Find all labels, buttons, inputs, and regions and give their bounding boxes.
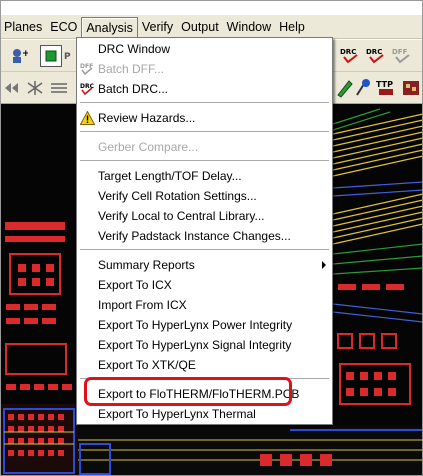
warning-icon	[80, 111, 95, 125]
svg-text:DRC: DRC	[366, 48, 382, 56]
verify-local-central-item[interactable]: Verify Local to Central Library...	[77, 206, 332, 226]
menu-separator	[80, 378, 329, 380]
add-part-icon[interactable]: +	[8, 45, 30, 67]
export-hyperlynx-thermal-item[interactable]: Export To HyperLynx Thermal	[77, 404, 332, 424]
eda-window: Planes ECO Analysis Verify Output Window…	[0, 0, 423, 476]
svg-text:DRC: DRC	[340, 48, 356, 56]
svg-text:+: +	[22, 49, 28, 59]
batch-drc-item[interactable]: DRC Batch DRC...	[77, 79, 332, 99]
svg-text:DRC: DRC	[80, 83, 95, 90]
probe-icon[interactable]	[352, 77, 374, 99]
export-icx-item[interactable]: Export To ICX	[77, 275, 332, 295]
menu-planes[interactable]: Planes	[0, 17, 46, 37]
submenu-arrow-icon	[322, 261, 326, 269]
route-arrow-icon[interactable]	[2, 77, 24, 99]
menu-eco[interactable]: ECO	[46, 17, 81, 37]
drc-check-icon[interactable]: DRC	[366, 45, 388, 67]
menu-separator	[80, 131, 329, 133]
menu-separator	[80, 249, 329, 251]
drc-icon[interactable]: DRC	[340, 45, 362, 67]
verify-cell-rotation-item[interactable]: Verify Cell Rotation Settings...	[77, 186, 332, 206]
menu-analysis[interactable]: Analysis	[81, 16, 138, 39]
toolbar-p-icon[interactable]: P	[62, 45, 74, 67]
dff-icon: DFF	[80, 63, 93, 76]
hatch-icon[interactable]	[48, 77, 70, 99]
svg-text:TTP: TTP	[376, 80, 393, 89]
menu-separator	[80, 102, 329, 104]
export-xtk-item[interactable]: Export To XTK/QE	[77, 355, 332, 375]
drc-window-item[interactable]: DRC Window	[77, 39, 332, 59]
fanout-icon[interactable]	[24, 77, 46, 99]
export-flotherm-item[interactable]: Export to FloTHERM/FloTHERM.PCB	[77, 384, 332, 404]
summary-reports-item[interactable]: Summary Reports	[77, 255, 332, 275]
svg-text:DFF: DFF	[392, 48, 408, 56]
drc-icon: DRC	[80, 83, 95, 96]
analysis-dropdown-menu: DRC Window DFF Batch DFF... DRC Batch DR…	[76, 37, 333, 425]
menu-separator	[80, 160, 329, 162]
review-hazards-item[interactable]: Review Hazards...	[77, 108, 332, 128]
green-square-icon[interactable]	[40, 45, 62, 67]
target-length-item[interactable]: Target Length/TOF Delay...	[77, 166, 332, 186]
verify-padstack-item[interactable]: Verify Padstack Instance Changes...	[77, 226, 332, 246]
menu-help[interactable]: Help	[275, 17, 309, 37]
menu-bar: Planes ECO Analysis Verify Output Window…	[0, 15, 423, 39]
export-hyperlynx-signal-item[interactable]: Export To HyperLynx Signal Integrity	[77, 335, 332, 355]
menu-output[interactable]: Output	[177, 17, 223, 37]
ttp-icon[interactable]: TTP	[376, 77, 398, 99]
board-icon[interactable]	[400, 77, 422, 99]
menu-verify[interactable]: Verify	[138, 17, 177, 37]
dff-icon[interactable]: DFF	[392, 45, 414, 67]
menu-window[interactable]: Window	[223, 17, 275, 37]
svg-text:P: P	[64, 52, 71, 62]
gerber-compare-item[interactable]: Gerber Compare...	[77, 137, 332, 157]
batch-dff-item[interactable]: DFF Batch DFF...	[77, 59, 332, 79]
import-icx-item[interactable]: Import From ICX	[77, 295, 332, 315]
export-hyperlynx-power-item[interactable]: Export To HyperLynx Power Integrity	[77, 315, 332, 335]
